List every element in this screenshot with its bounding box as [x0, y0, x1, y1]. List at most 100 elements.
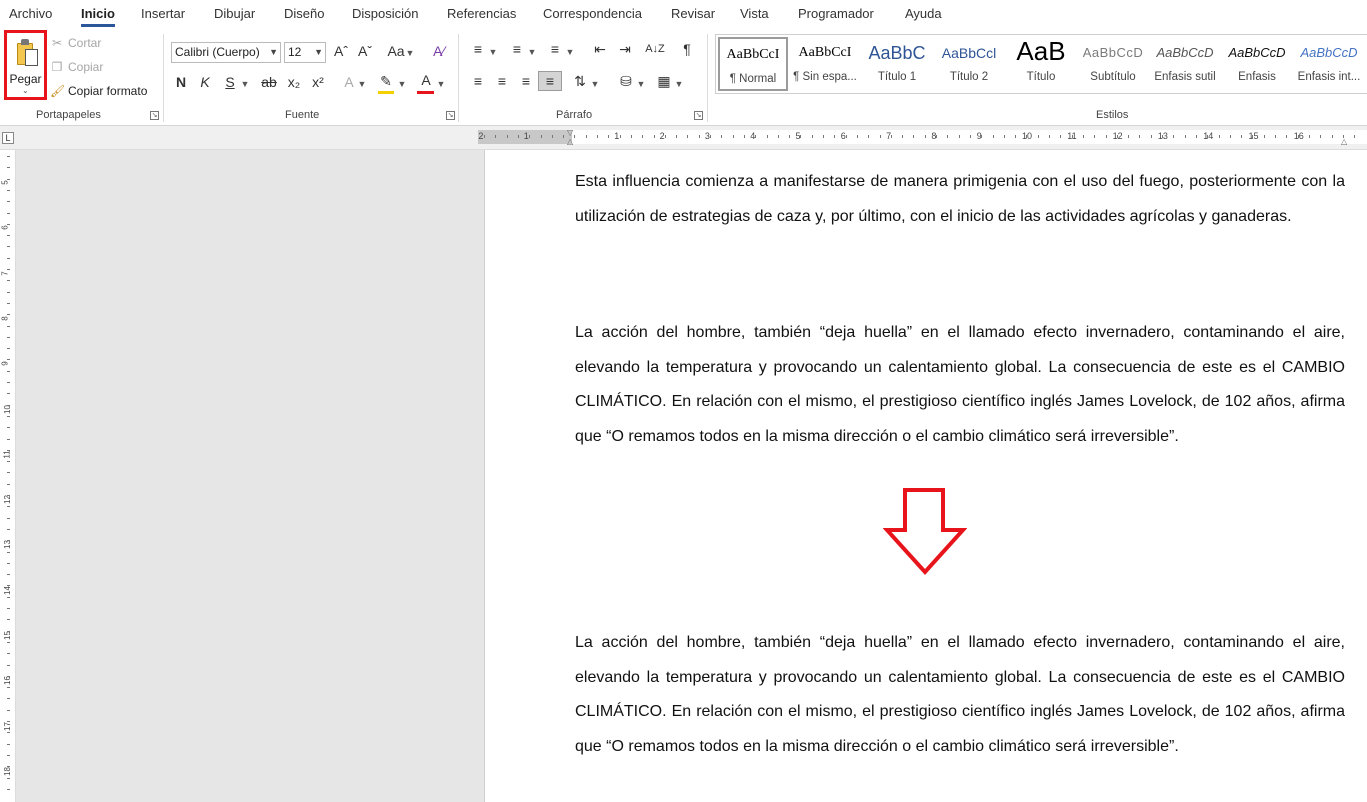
ruler-tick	[7, 370, 10, 372]
ruler-tick	[7, 404, 10, 406]
tab-archivo[interactable]: Archivo	[9, 6, 52, 21]
tab-inicio[interactable]: Inicio	[81, 6, 115, 27]
align-left-icon[interactable]: ≡	[468, 72, 488, 92]
chevron-down-icon[interactable]: ▼	[405, 44, 415, 64]
grow-font-icon[interactable]: Aˆ	[332, 42, 350, 62]
justify-icon[interactable]: ≡	[538, 71, 562, 91]
format-painter-button[interactable]: 🖌 Copiar formato	[50, 84, 147, 98]
ruler-tick	[7, 495, 10, 496]
highlight-icon[interactable]: ✎	[377, 72, 395, 92]
ruler-tick	[800, 135, 802, 138]
ruler-tick	[789, 135, 791, 138]
first-line-indent-icon[interactable]: ▽	[567, 128, 573, 137]
style-no-spacing[interactable]: AaBbCcI ¶ Sin espa...	[790, 37, 860, 91]
style-subtitle[interactable]: AaBbCcD Subtítulo	[1078, 37, 1148, 91]
ruler-tick	[1275, 135, 1276, 138]
font-family-select[interactable]: Calibri (Cuerpo) ▼	[171, 42, 281, 63]
chevron-down-icon[interactable]: ⌄	[22, 86, 29, 95]
style-subtle-emphasis[interactable]: AaBbCcD Énfasis sutil	[1150, 37, 1220, 91]
chevron-down-icon[interactable]: ▼	[488, 43, 498, 63]
bullets-icon[interactable]: ≡	[468, 40, 488, 60]
numbering-icon[interactable]: ≡	[507, 40, 527, 60]
tab-revisar[interactable]: Revisar	[671, 6, 715, 21]
style-title[interactable]: AaB Título	[1006, 37, 1076, 91]
paragraph-2[interactable]: La acción del hombre, también “deja huel…	[575, 316, 1345, 454]
underline-button[interactable]: S	[221, 73, 239, 93]
cut-button[interactable]: ✂ Cortar	[50, 36, 101, 50]
ruler-tick	[7, 302, 10, 304]
tab-selector-icon[interactable]: L	[2, 132, 14, 144]
tab-diseno[interactable]: Diseño	[284, 6, 324, 21]
ruler-tick	[7, 517, 10, 519]
increase-indent-icon[interactable]: ⇥	[615, 40, 635, 60]
ruler-tick	[924, 135, 926, 138]
bold-button[interactable]: N	[172, 73, 190, 93]
tab-correspondencia[interactable]: Correspondencia	[543, 6, 642, 21]
text-effects-icon[interactable]: A	[340, 73, 358, 93]
font-size-select[interactable]: 12 ▼	[284, 42, 326, 63]
chevron-down-icon[interactable]: ▼	[590, 75, 600, 95]
tab-programador[interactable]: Programador	[798, 6, 874, 21]
chevron-down-icon[interactable]: ▼	[397, 75, 407, 95]
align-right-icon[interactable]: ≡	[516, 72, 536, 92]
sort-icon[interactable]: A↓Z	[643, 40, 667, 60]
paste-button[interactable]: Pegar ⌄	[4, 30, 47, 100]
shading-icon[interactable]: ⛁	[616, 72, 636, 92]
decrease-indent-icon[interactable]: ⇤	[590, 40, 610, 60]
tab-dibujar[interactable]: Dibujar	[214, 6, 255, 21]
clear-format-icon[interactable]: A∕	[430, 42, 448, 62]
line-spacing-icon[interactable]: ⇅	[570, 72, 590, 92]
right-indent-icon[interactable]: △	[1341, 137, 1347, 146]
shrink-font-icon[interactable]: Aˇ	[356, 42, 374, 62]
tab-referencias[interactable]: Referencias	[447, 6, 516, 21]
chevron-down-icon[interactable]: ▼	[565, 43, 575, 63]
subscript-button[interactable]: x₂	[285, 73, 303, 93]
chevron-down-icon[interactable]: ▼	[357, 75, 367, 95]
style-normal[interactable]: AaBbCcI ¶ Normal	[718, 37, 788, 91]
borders-icon[interactable]: ▦	[654, 72, 674, 92]
horizontal-ruler[interactable]: ▽ △ △ 2112345678910111213141516	[478, 128, 1367, 146]
hanging-indent-icon[interactable]: △	[567, 137, 573, 146]
ruler-tick	[7, 732, 10, 734]
tab-ayuda[interactable]: Ayuda	[905, 6, 942, 21]
ruler-tick	[1207, 135, 1209, 138]
style-emphasis[interactable]: AaBbCcD Énfasis	[1222, 37, 1292, 91]
paragraph-launcher-icon[interactable]: ↘	[694, 111, 703, 120]
chevron-down-icon[interactable]: ▼	[636, 75, 646, 95]
tab-disposicion[interactable]: Disposición	[352, 6, 418, 21]
copy-button[interactable]: ❐ Copiar	[50, 60, 104, 74]
pilcrow-icon[interactable]: ¶	[678, 40, 696, 60]
paragraph-3[interactable]: La acción del hombre, también “deja huel…	[575, 626, 1345, 764]
ruler-tick	[7, 438, 10, 440]
change-case-icon[interactable]: Aa	[386, 42, 406, 62]
style-intense-emphasis[interactable]: AaBbCcD Énfasis int...	[1294, 37, 1364, 91]
ruler-tick	[890, 135, 892, 138]
ruler-tick	[7, 551, 10, 553]
chevron-down-icon[interactable]: ▼	[527, 43, 537, 63]
style-heading-1[interactable]: AaBbC Título 1	[862, 37, 932, 91]
document-page[interactable]: Esta influencia comienza a manifestarse …	[484, 150, 1367, 802]
clipboard-launcher-icon[interactable]: ↘	[150, 111, 159, 120]
chevron-down-icon[interactable]: ▼	[436, 75, 446, 95]
ruler-tick	[7, 596, 10, 598]
italic-button[interactable]: K	[196, 73, 214, 93]
tab-insertar[interactable]: Insertar	[141, 6, 185, 21]
vertical-ruler[interactable]: 5 6 7 8 9 10 11 12 13 14 15 16 17 18	[0, 150, 16, 802]
strikethrough-button[interactable]: ab	[258, 73, 280, 93]
ruler-tick	[7, 766, 10, 768]
paragraph-1[interactable]: Esta influencia comienza a manifestarse …	[575, 165, 1345, 234]
superscript-button[interactable]: x²	[309, 73, 327, 93]
font-launcher-icon[interactable]: ↘	[446, 111, 455, 120]
ruler-tick	[879, 135, 881, 138]
ruler-tick	[7, 280, 10, 282]
ruler-tick	[563, 135, 565, 138]
multilevel-list-icon[interactable]: ≡	[545, 40, 565, 60]
ruler-tick	[1015, 135, 1017, 138]
ruler-tick	[1241, 135, 1243, 138]
chevron-down-icon[interactable]: ▼	[240, 75, 250, 95]
style-heading-2[interactable]: AaBbCcl Título 2	[934, 37, 1004, 91]
chevron-down-icon[interactable]: ▼	[674, 75, 684, 95]
align-center-icon[interactable]: ≡	[492, 72, 512, 92]
font-color-icon[interactable]: A	[417, 71, 435, 91]
tab-vista[interactable]: Vista	[740, 6, 769, 21]
